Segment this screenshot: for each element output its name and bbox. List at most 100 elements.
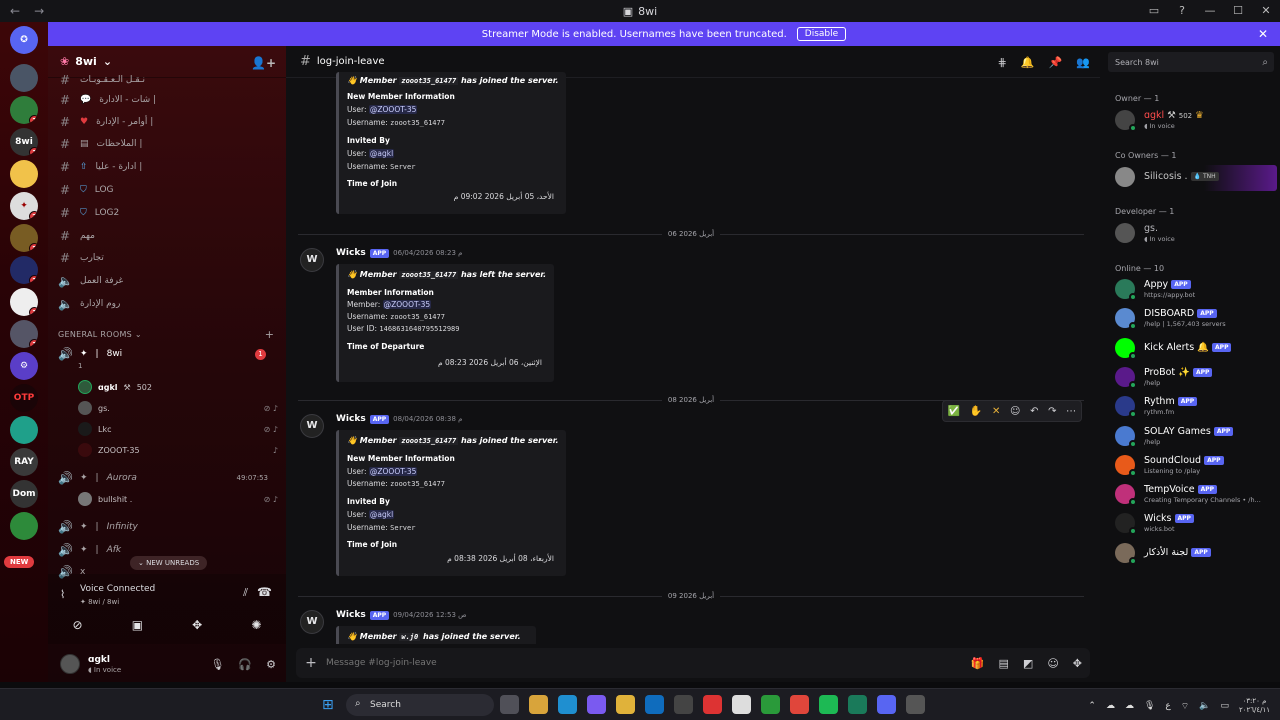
bell-icon[interactable]: 🔔 bbox=[1021, 56, 1035, 69]
emoji-icon[interactable]: ☺ bbox=[1047, 657, 1058, 670]
discord-icon[interactable] bbox=[877, 695, 896, 714]
new-pill[interactable]: NEW bbox=[4, 556, 35, 568]
chevron-up-icon[interactable]: ⌃ bbox=[1088, 701, 1096, 711]
server-icon-otp[interactable]: OTP bbox=[10, 384, 38, 412]
disable-streamer-button[interactable]: Disable bbox=[796, 27, 847, 41]
channel-item[interactable]: # ▤ الملاحظات | bbox=[58, 134, 278, 154]
sticker-icon[interactable]: ◩ bbox=[1023, 657, 1033, 670]
user-mention[interactable]: @ZOOOT-35 bbox=[382, 300, 432, 309]
taskbar-search[interactable]: ⌕ Search bbox=[346, 694, 494, 716]
volume-icon[interactable]: 🔈 bbox=[1199, 701, 1210, 711]
server-icon-2[interactable]: 1 bbox=[10, 96, 38, 124]
channel-item[interactable]: 🔈 غرفة العمل bbox=[58, 271, 278, 291]
close-window-button[interactable]: ✕ bbox=[1252, 0, 1280, 22]
category-header[interactable]: GENERAL ROOMS ⌄ bbox=[58, 330, 142, 339]
clock[interactable]: م ٠٣:٢٠ ٢٠٢٦/٤/١١ bbox=[1239, 697, 1270, 715]
mic-icon[interactable]: 🎙 bbox=[1144, 701, 1155, 711]
wicks-avatar[interactable]: W bbox=[300, 248, 324, 272]
voice-user[interactable]: bullshit . ⊘ ♪ bbox=[78, 490, 278, 508]
channel-item[interactable]: # نـقـل الـعـقـوبـات bbox=[58, 70, 278, 90]
voice-channel-aurora[interactable]: 🔊 ✦ | Aurora 49:07:53 bbox=[58, 468, 278, 488]
close-banner-icon[interactable]: ✕ bbox=[1258, 27, 1268, 41]
voice-user[interactable]: ZOOOT-35 ♪ bbox=[78, 441, 278, 459]
activities-icon[interactable]: ✥ bbox=[192, 618, 202, 632]
search-input[interactable]: Search 8wi ⌕ bbox=[1108, 52, 1274, 72]
onedrive-icon[interactable]: ☁ bbox=[1106, 701, 1115, 711]
member-item[interactable]: Silicosis . 💧 TNH bbox=[1115, 165, 1277, 191]
store-icon[interactable] bbox=[732, 695, 751, 714]
member-item[interactable]: Rythm APP rythm.fm bbox=[1115, 394, 1277, 420]
server-icon-9[interactable] bbox=[10, 416, 38, 444]
member-item[interactable]: ProBot ✨ APP/help bbox=[1115, 365, 1277, 391]
member-item[interactable]: Appy APP https://appy.bot bbox=[1115, 277, 1277, 303]
server-icon-7[interactable]: 1 bbox=[10, 320, 38, 348]
message-input[interactable] bbox=[326, 658, 886, 668]
language-indicator[interactable]: ع bbox=[1165, 701, 1170, 711]
headphones-icon[interactable]: 🎧 bbox=[238, 658, 252, 671]
server-icon-5[interactable]: 1 bbox=[10, 256, 38, 284]
pin-icon[interactable]: 📌 bbox=[1049, 56, 1063, 69]
voice-user[interactable]: ɑgkl ⚒ 502 bbox=[78, 378, 278, 396]
spotify-icon[interactable] bbox=[819, 695, 838, 714]
microphone-icon[interactable]: 🎙 bbox=[210, 658, 224, 671]
widgets-icon[interactable] bbox=[529, 695, 548, 714]
add-member-icon[interactable]: 👤+ bbox=[251, 56, 276, 70]
discord-home-icon[interactable]: ✪ bbox=[10, 26, 38, 54]
wifi-icon[interactable]: ⌔ bbox=[1181, 701, 1189, 712]
member-list-icon[interactable]: 👥 bbox=[1076, 56, 1090, 69]
app-icon[interactable] bbox=[906, 695, 925, 714]
channel-item[interactable]: # تجارب bbox=[58, 248, 278, 268]
gif-icon[interactable]: ▤ bbox=[999, 657, 1009, 670]
settings-gear-icon[interactable]: ⚙ bbox=[266, 658, 276, 671]
member-item[interactable]: Wicks APP wicks.bot bbox=[1115, 511, 1277, 537]
author-name[interactable]: Wicks bbox=[336, 610, 366, 620]
member-item[interactable]: DISBOARD APP/help | 1,567,403 servers bbox=[1115, 306, 1277, 332]
voice-user[interactable]: Lkc ⊘ ♪ bbox=[78, 420, 278, 438]
minimize-button[interactable]: — bbox=[1196, 0, 1224, 22]
file-explorer-icon[interactable] bbox=[616, 695, 635, 714]
server-icon-6[interactable]: 1 bbox=[10, 288, 38, 316]
camera-off-icon[interactable]: ⊘ bbox=[73, 618, 83, 632]
attach-plus-icon[interactable]: + bbox=[296, 655, 326, 671]
channel-item[interactable]: # 💬 شات - الادارة | bbox=[58, 90, 278, 110]
server-icon-3[interactable]: ✦ 2 bbox=[10, 192, 38, 220]
member-item[interactable]: Kick Alerts 🔔 APP bbox=[1115, 336, 1277, 362]
server-icon-1[interactable] bbox=[10, 64, 38, 92]
voice-channel-8wi[interactable]: 🔊 ✦ | 8wi 1 bbox=[58, 344, 278, 364]
member-item[interactable]: SOLAY Games APP/help bbox=[1115, 424, 1277, 450]
user-mention[interactable]: @agkl bbox=[368, 149, 395, 158]
inbox-icon[interactable]: ▭ bbox=[1140, 0, 1168, 22]
maximize-button[interactable]: ☐ bbox=[1224, 0, 1252, 22]
channel-item[interactable]: # ♥ أوامر - الإدارة | bbox=[58, 112, 278, 132]
member-item[interactable]: gs. ◖ In voice bbox=[1115, 221, 1277, 247]
chrome-icon[interactable] bbox=[790, 695, 809, 714]
server-icon-10[interactable] bbox=[10, 512, 38, 540]
battery-icon[interactable]: ▭ bbox=[1220, 701, 1229, 711]
threads-icon[interactable]: ⋕ bbox=[998, 56, 1007, 69]
channel-item[interactable]: 🔈 روم الإدارة bbox=[58, 294, 278, 314]
forward-arrow-icon[interactable]: → bbox=[34, 4, 44, 18]
new-unreads-button[interactable]: ⌄ NEW UNREADS bbox=[130, 556, 208, 570]
soundboard-icon[interactable]: ✺ bbox=[251, 618, 261, 632]
user-mention[interactable]: @agkl bbox=[368, 510, 395, 519]
member-item[interactable]: لجنة الأذكار APP bbox=[1115, 541, 1277, 567]
gift-icon[interactable]: 🎁 bbox=[971, 657, 985, 670]
channel-item[interactable]: # ⇧ ادارة - عليا | bbox=[58, 157, 278, 177]
voice-channel-infinity[interactable]: 🔊 ✦ | Infinity bbox=[58, 517, 278, 537]
outlook-icon[interactable] bbox=[645, 695, 664, 714]
server-icon-8wi[interactable]: 8wi 1 bbox=[10, 128, 38, 156]
voice-user[interactable]: gs. ⊘ ♪ bbox=[78, 399, 278, 417]
member-item[interactable]: TempVoice APP Creating Temporary Channels … bbox=[1115, 482, 1277, 508]
screen-share-icon[interactable]: ▣ bbox=[132, 618, 143, 632]
windows-start-icon[interactable]: ⊞ bbox=[322, 697, 334, 713]
copilot-icon[interactable] bbox=[587, 695, 606, 714]
app-icon[interactable] bbox=[674, 695, 693, 714]
user-mention[interactable]: @ZOOOT-35 bbox=[368, 467, 418, 476]
xbox-icon[interactable] bbox=[761, 695, 780, 714]
app-icon[interactable] bbox=[848, 695, 867, 714]
author-name[interactable]: Wicks bbox=[336, 414, 366, 424]
server-icon-dom[interactable]: Dom bbox=[10, 480, 38, 508]
user-mention[interactable]: @ZOOOT-35 bbox=[368, 105, 418, 114]
cloud-icon[interactable]: ☁ bbox=[1125, 701, 1134, 711]
author-name[interactable]: Wicks bbox=[336, 248, 366, 258]
